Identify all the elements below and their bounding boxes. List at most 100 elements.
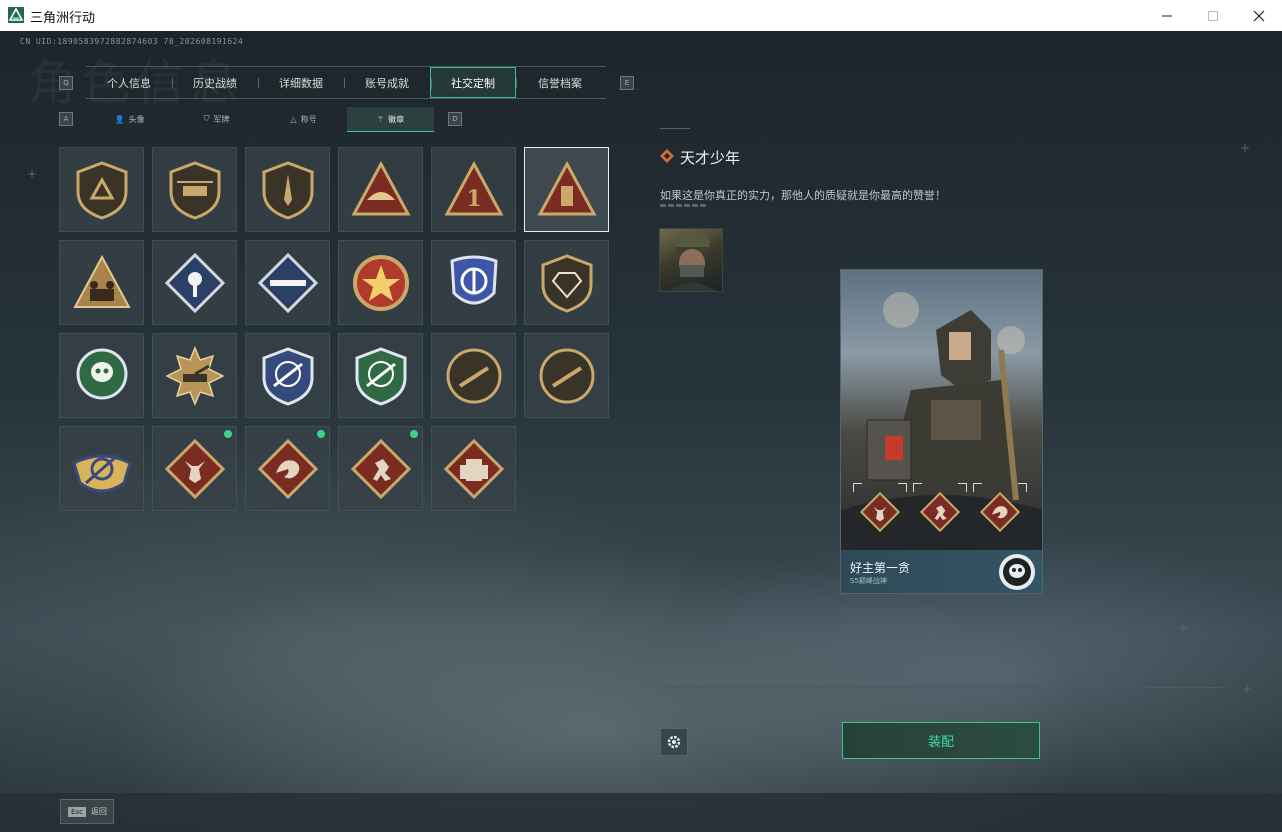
badge-cell[interactable]	[245, 240, 330, 325]
badge-cell[interactable]	[152, 147, 237, 232]
minimize-icon[interactable]	[1144, 0, 1190, 31]
badge-cell[interactable]	[431, 333, 516, 418]
badge-cell[interactable]	[338, 333, 423, 418]
subtab-badge[interactable]: ⚚ 徽章	[347, 107, 434, 132]
back-button[interactable]: Esc 返回	[60, 799, 114, 824]
badge-cell[interactable]	[152, 240, 237, 325]
card-badge-slot[interactable]	[853, 483, 907, 541]
new-indicator-dot	[317, 430, 325, 438]
tab-credit-profile[interactable]: 信誉档案	[516, 67, 604, 98]
title-icon: △	[290, 114, 297, 124]
player-name: 好主第一贪	[850, 561, 911, 575]
decor-cross: +	[1178, 621, 1189, 635]
person-icon: 👤	[114, 114, 125, 124]
equip-button[interactable]: 装配	[842, 722, 1040, 759]
badge-cell[interactable]	[152, 333, 237, 418]
badge-description: 如果这是你真正的实力，那他人的质疑就是你最高的赞誉！	[660, 189, 946, 202]
subtab-avatar[interactable]: 👤 头像	[86, 107, 173, 131]
blue-police-badge-icon	[450, 255, 498, 305]
number-one-triangle-badge-icon: 1	[444, 160, 504, 216]
next-subtab-key-hint[interactable]: D	[448, 112, 462, 126]
prev-tab-key-hint[interactable]: Q	[59, 76, 73, 90]
subtab-dogtag[interactable]: ⛉ 军牌	[173, 107, 260, 131]
tab-achievements[interactable]: 账号成就	[344, 67, 430, 98]
star-medal-badge-icon	[353, 255, 409, 311]
decor-cross: +	[1242, 682, 1253, 696]
main-tabs: 个人信息 历史战绩 详细数据 账号成就 社交定制 信誉档案	[86, 66, 606, 99]
player-uid: CN UID:1890583972882874603 78_2026081916…	[20, 37, 244, 46]
window-title: 三角洲行动	[30, 11, 96, 26]
badge-name: 天才少年	[680, 149, 741, 167]
badge-cell[interactable]	[431, 426, 516, 511]
badge-cell[interactable]: 1	[431, 147, 516, 232]
subtab-label: 头像	[128, 114, 145, 124]
badge-cell[interactable]	[152, 426, 237, 511]
vest-diamond-badge-icon	[444, 439, 504, 499]
rose-diamond-badge-icon	[165, 253, 225, 313]
runner-diamond-badge-icon	[920, 492, 960, 532]
badge-cell[interactable]	[59, 240, 144, 325]
badge-cell[interactable]	[524, 147, 609, 232]
badge-cell[interactable]	[59, 426, 144, 511]
skull-emblem-icon	[999, 554, 1035, 590]
subtab-label: 徽章	[388, 114, 405, 124]
tab-social-customization[interactable]: 社交定制	[430, 67, 516, 98]
next-tab-key-hint[interactable]: E	[620, 76, 634, 90]
subtab-label: 军牌	[213, 114, 230, 124]
new-indicator-dot	[410, 430, 418, 438]
close-icon[interactable]	[1236, 0, 1282, 31]
back-label: 返回	[90, 807, 107, 816]
gold-wings-crosshair-badge-icon	[72, 453, 132, 493]
helicopter-shield-badge-icon	[169, 161, 221, 220]
dogtag-icon: ⛉	[203, 114, 210, 123]
dragon-diamond-badge-icon	[980, 492, 1020, 532]
tab-detailed-stats[interactable]: 详细数据	[258, 67, 344, 98]
missile-diamond-badge-icon	[258, 253, 318, 313]
badge-cell[interactable]	[338, 426, 423, 511]
divider-line	[660, 687, 1222, 688]
svg-text:1: 1	[466, 186, 481, 212]
window-titlebar: 三角洲行动	[0, 0, 1282, 32]
badge-cell[interactable]	[524, 240, 609, 325]
badge-cell[interactable]	[431, 240, 516, 325]
wolf-diamond-badge-icon	[165, 439, 225, 499]
badge-cell[interactable]	[338, 240, 423, 325]
runner-diamond-badge-icon	[351, 439, 411, 499]
tab-personal-info[interactable]: 个人信息	[86, 67, 172, 98]
badge-cell[interactable]	[524, 333, 609, 418]
card-footer: 好主第一贪 S5巅峰战神	[841, 550, 1042, 593]
gear-icon	[667, 735, 681, 749]
green-crosshair-rifle-badge-icon	[355, 347, 407, 406]
green-skull-badge-icon	[76, 348, 128, 400]
blue-crosshair-rifle-badge-icon	[262, 347, 314, 406]
badge-cell[interactable]	[338, 147, 423, 232]
badge-cell[interactable]	[245, 333, 330, 418]
player-card[interactable]: 好主第一贪 S5巅峰战神	[840, 269, 1043, 594]
badge-cell[interactable]	[245, 147, 330, 232]
badge-cell[interactable]	[59, 147, 144, 232]
badge-cell[interactable]	[59, 333, 144, 418]
dragon-diamond-badge-icon	[258, 439, 318, 499]
subtab-label: 称号	[300, 114, 317, 124]
wing-triangle-badge-icon	[351, 160, 411, 216]
badge-cell[interactable]	[245, 426, 330, 511]
settings-button[interactable]	[660, 728, 688, 756]
sniper-circle-badge-icon	[539, 348, 595, 404]
decor-line	[660, 128, 690, 129]
subtab-title[interactable]: △ 称号	[260, 107, 347, 131]
card-badge-slot[interactable]	[973, 483, 1027, 541]
game-viewport: 角色信息 CN UID:1890583972882874603 78_20260…	[0, 31, 1282, 832]
decor-cross: +	[27, 167, 38, 181]
prev-subtab-key-hint[interactable]: A	[59, 112, 73, 126]
card-badge-slot[interactable]	[913, 483, 967, 541]
diamond-marker-icon	[660, 149, 674, 163]
description-progress-bar	[660, 204, 708, 207]
operator-avatar-icon[interactable]	[659, 228, 723, 292]
player-rank-title: S5巅峰战神	[850, 577, 887, 585]
dagger-shield-badge-icon	[262, 161, 314, 220]
maximize-icon[interactable]	[1190, 0, 1236, 31]
soldiers-triangle-badge-icon	[73, 254, 131, 308]
tab-match-history[interactable]: 历史战绩	[172, 67, 258, 98]
app-logo-icon	[8, 7, 24, 23]
gem-shield-badge-icon	[541, 254, 593, 313]
